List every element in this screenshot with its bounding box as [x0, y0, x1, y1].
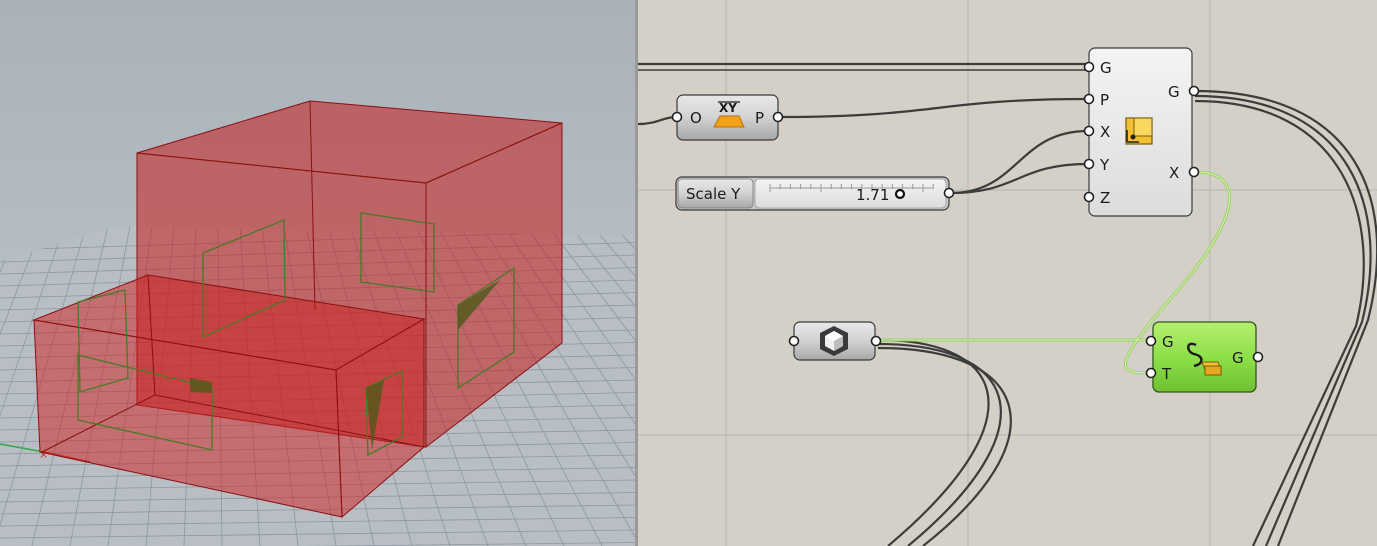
slider-output-port — [943, 187, 955, 199]
wire-param-down-1 — [877, 338, 990, 546]
xy-plane-component[interactable]: O P XY — [671, 94, 784, 141]
xy-input-label: O — [690, 109, 702, 127]
canvas-grid — [638, 0, 1377, 546]
svg-text:XY: XY — [719, 101, 737, 115]
output-label-x: X — [1169, 164, 1179, 182]
wire-origin-in — [638, 115, 677, 126]
xy-output-label: P — [755, 109, 764, 127]
scale-nu-icon — [1125, 117, 1153, 145]
plane-output-port — [772, 111, 784, 123]
transform-input-label-t: T — [1161, 365, 1172, 383]
grasshopper-canvas[interactable]: O P XY Scale Y 1.71 G P X Y Z G X G T G — [638, 0, 1377, 546]
slider-grip[interactable] — [894, 188, 906, 200]
input-label-x: X — [1100, 123, 1110, 141]
output-label-g: G — [1168, 83, 1180, 101]
input-label-y: Y — [1099, 156, 1110, 174]
input-port-z — [1083, 191, 1095, 203]
scale-y-slider[interactable]: Scale Y 1.71 — [675, 176, 955, 211]
output-port-g — [1188, 85, 1200, 97]
transform-component[interactable]: G T G — [1145, 321, 1264, 393]
output-port-x — [1188, 166, 1200, 178]
input-port-g — [1083, 61, 1095, 73]
transform-input-label-g: G — [1162, 333, 1174, 351]
input-label-z: Z — [1100, 189, 1110, 207]
input-label-g: G — [1100, 59, 1112, 77]
geometry-parameter[interactable] — [788, 321, 882, 361]
transform-output-port — [1252, 351, 1264, 363]
transform-input-port-t — [1145, 367, 1157, 379]
scale-nu-component[interactable]: G P X Y Z G X — [1083, 47, 1200, 217]
wire-slider-to-y — [950, 162, 1089, 195]
input-label-p: P — [1100, 91, 1109, 109]
input-port-y — [1083, 158, 1095, 170]
transform-input-port-g — [1145, 335, 1157, 347]
input-port-p — [1083, 93, 1095, 105]
origin-input-port — [671, 111, 683, 123]
wire-plane-to-p — [780, 97, 1089, 119]
slider-track-area — [754, 178, 947, 209]
canvas-svg: O P XY Scale Y 1.71 G P X Y Z G X G T G — [638, 0, 1377, 546]
wire-slider-to-x — [950, 129, 1089, 195]
geometry-input-port — [788, 335, 800, 347]
slider-value: 1.71 — [856, 186, 889, 204]
viewport-scene: × — [0, 0, 637, 546]
input-port-x — [1083, 125, 1095, 137]
transform-output-label: G — [1232, 349, 1244, 367]
geometry-output-port — [870, 335, 882, 347]
slider-name: Scale Y — [686, 185, 741, 203]
rhino-viewport[interactable]: × — [0, 0, 637, 546]
